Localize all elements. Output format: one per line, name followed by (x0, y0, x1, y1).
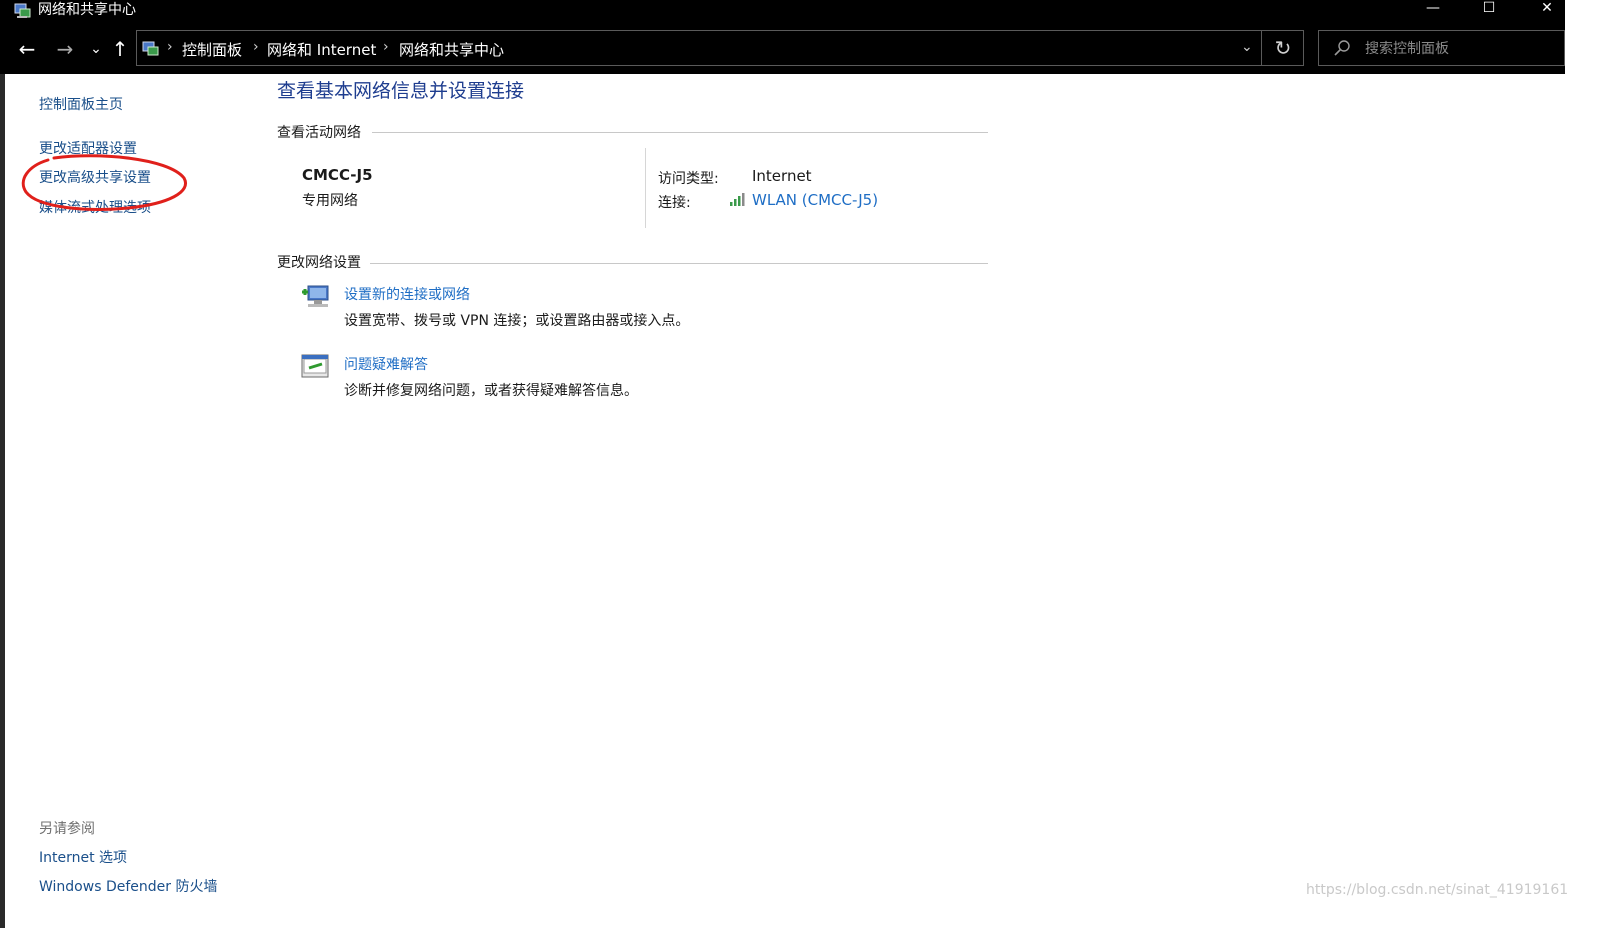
address-bar[interactable]: › 控制面板 › 网络和 Internet › 网络和共享中心 ⌄ ↻ (136, 30, 1304, 66)
minimize-button[interactable]: — (1410, 0, 1456, 24)
maximize-button[interactable]: ☐ (1466, 0, 1512, 24)
sidebar-item-change-adapter-settings[interactable]: 更改适配器设置 (39, 138, 137, 158)
search-input[interactable] (1363, 35, 1557, 63)
page-title: 查看基本网络信息并设置连接 (277, 80, 525, 102)
crumb-control-panel[interactable]: 控制面板 (182, 39, 242, 60)
watermark: https://blog.csdn.net/sinat_41919161 (1306, 882, 1569, 898)
network-center-icon (14, 3, 31, 18)
section-divider (370, 263, 988, 264)
active-networks-heading: 查看活动网络 (277, 125, 361, 141)
access-type-value: Internet (752, 167, 812, 185)
troubleshoot-icon (301, 354, 329, 378)
see-also-heading: 另请参阅 (39, 821, 95, 837)
wifi-signal-icon (730, 193, 745, 206)
connection-link[interactable]: WLAN (CMCC-J5) (752, 191, 878, 209)
search-icon (1334, 40, 1350, 56)
sidebar-item-media-streaming-options[interactable]: 媒体流式处理选项 (39, 197, 151, 217)
network-type: 专用网络 (302, 193, 358, 209)
search-box[interactable] (1318, 30, 1565, 66)
refresh-button[interactable]: ↻ (1261, 31, 1304, 65)
crumb-separator: › (253, 39, 259, 55)
window-left-edge (0, 74, 5, 928)
up-button[interactable]: ↑ (108, 36, 132, 62)
address-dropdown-icon[interactable]: ⌄ (1241, 39, 1253, 55)
troubleshoot-link[interactable]: 问题疑难解答 (344, 354, 428, 374)
right-margin (1565, 0, 1599, 928)
close-button[interactable]: ✕ (1524, 0, 1570, 24)
back-button[interactable]: ← (15, 36, 39, 62)
sidebar-item-control-panel-home[interactable]: 控制面板主页 (39, 94, 123, 114)
setup-new-connection-description: 设置宽带、拨号或 VPN 连接；或设置路由器或接入点。 (344, 313, 690, 329)
control-panel-icon (142, 41, 159, 56)
section-divider (372, 132, 988, 133)
window-title: 网络和共享中心 (38, 2, 136, 18)
crumb-network-sharing-center[interactable]: 网络和共享中心 (399, 39, 504, 60)
sidebar-item-internet-options[interactable]: Internet 选项 (39, 847, 127, 867)
forward-button[interactable]: → (53, 36, 77, 62)
title-bar: 网络和共享中心 — ☐ ✕ (0, 0, 1599, 24)
connection-label: 连接: (658, 195, 691, 211)
crumb-separator: › (383, 39, 389, 55)
change-settings-heading: 更改网络设置 (277, 255, 361, 271)
sidebar-item-windows-defender-firewall[interactable]: Windows Defender 防火墙 (39, 876, 217, 896)
crumb-network-internet[interactable]: 网络和 Internet (267, 39, 376, 60)
sidebar-item-advanced-sharing-settings[interactable]: 更改高级共享设置 (39, 167, 151, 187)
crumb-separator: › (167, 39, 173, 55)
access-type-label: 访问类型: (658, 171, 719, 187)
setup-new-connection-link[interactable]: 设置新的连接或网络 (344, 284, 470, 304)
navigation-bar: ← → ⌄ ↑ › 控制面板 › 网络和 Internet › 网络和共享中心 … (0, 24, 1599, 74)
recent-locations-button[interactable]: ⌄ (84, 36, 108, 62)
network-name: CMCC-J5 (302, 166, 373, 184)
troubleshoot-description: 诊断并修复网络问题，或者获得疑难解答信息。 (344, 383, 638, 399)
new-connection-icon (302, 285, 329, 307)
vertical-divider (645, 148, 646, 228)
